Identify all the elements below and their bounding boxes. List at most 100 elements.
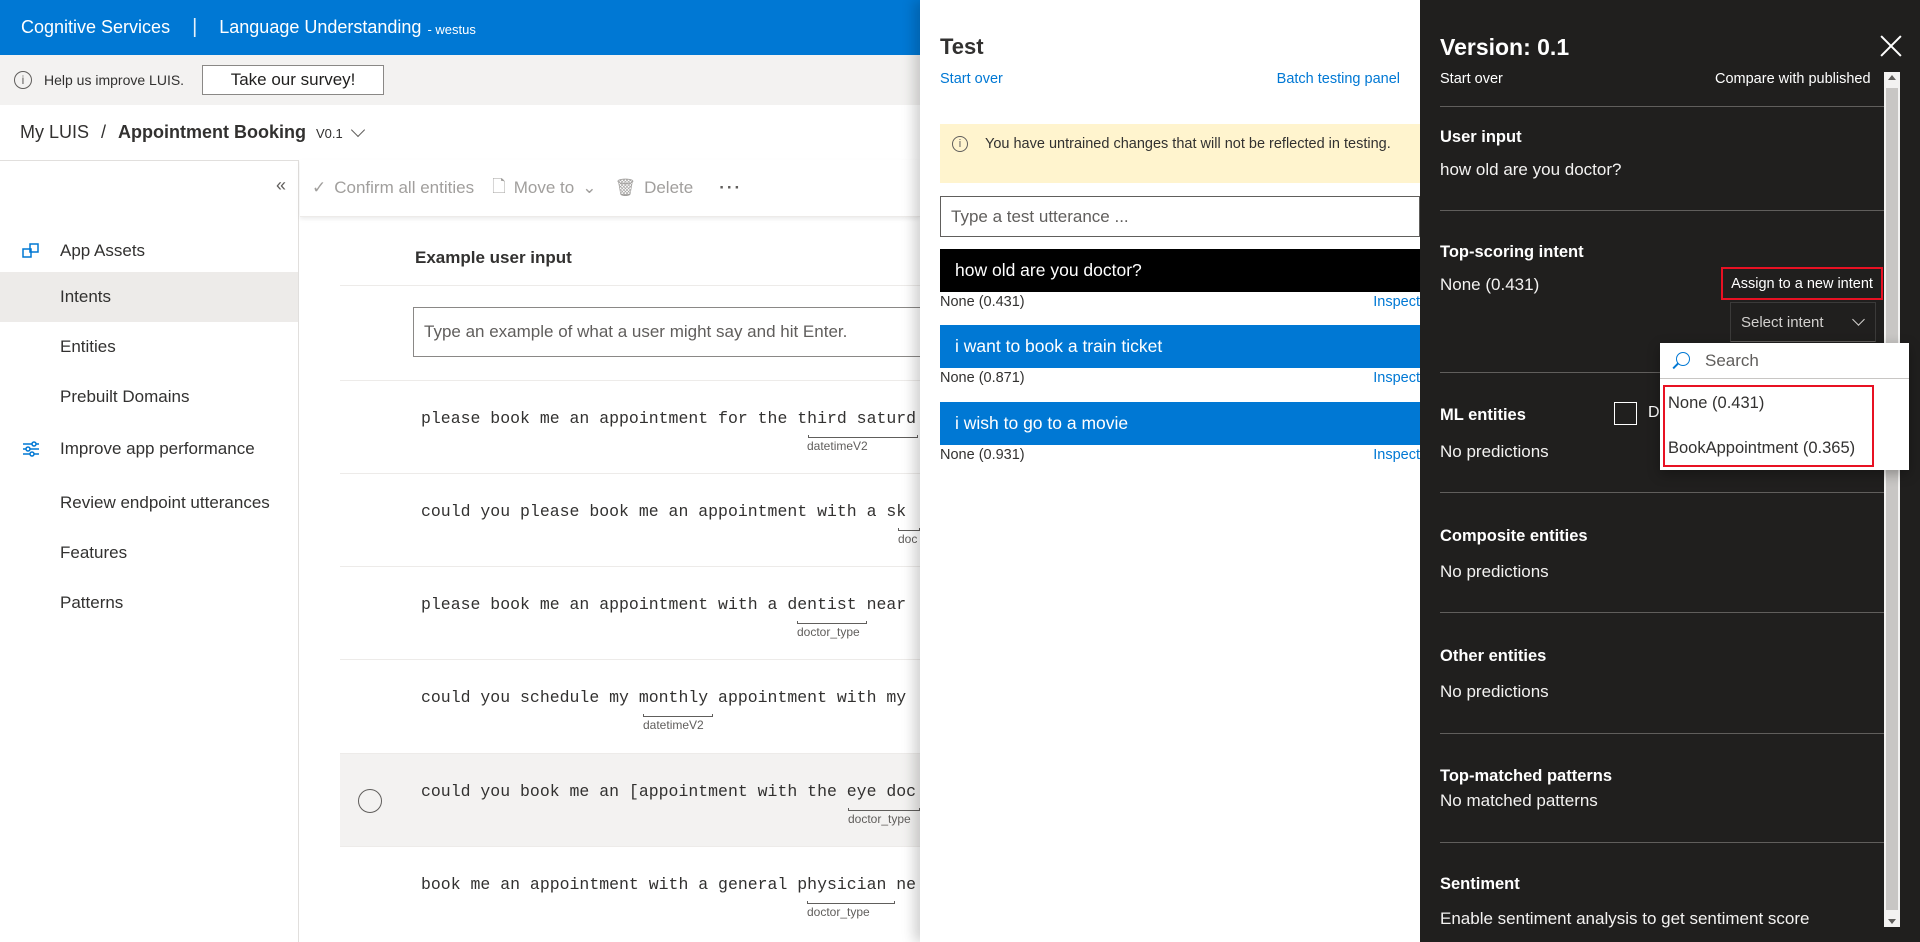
inspect-link[interactable]: Inspect [1373, 370, 1420, 386]
divider [1440, 842, 1900, 843]
utterance-text[interactable]: could you book me an [appointment with t… [421, 782, 916, 801]
intent-option-bookappointment[interactable]: BookAppointment (0.365) [1668, 439, 1855, 458]
breadcrumb-my-luis[interactable]: My LUIS [20, 122, 89, 143]
test-result-score: None (0.871) [940, 370, 1025, 386]
divider [1440, 733, 1900, 734]
entity-tag: datetimeV2 [643, 718, 704, 732]
inspect-scrollbar[interactable] [1884, 72, 1900, 927]
intent-search-placeholder: Search [1705, 351, 1759, 370]
test-result-item[interactable]: i want to book a train ticket [940, 325, 1420, 368]
survey-banner: i Help us improve LUIS. Take our survey! [0, 55, 920, 105]
entity-underline [797, 621, 867, 624]
intent-option-none[interactable]: None (0.431) [1668, 394, 1764, 413]
inspect-link[interactable]: Inspect [1373, 294, 1420, 310]
test-result-text: i wish to go to a movie [955, 413, 1129, 433]
survey-button[interactable]: Take our survey! [202, 65, 385, 95]
divider [1440, 612, 1900, 613]
sidebar-item-app-assets[interactable]: App Assets [0, 226, 298, 276]
ml-entities-checkbox-label: D [1648, 404, 1660, 421]
example-utterance-input[interactable] [413, 307, 933, 357]
row-select-radio[interactable] [358, 789, 382, 813]
scrollbar-thumb[interactable] [1886, 88, 1898, 910]
entity-underline [807, 901, 895, 904]
sidebar-item-improve-app-performance[interactable]: Improve app performance [0, 424, 298, 474]
test-utterance-input[interactable] [940, 196, 1420, 237]
sidebar-item-intents[interactable]: Intents [0, 272, 298, 322]
sidebar-item-label: App Assets [60, 241, 146, 260]
inspect-panel: Version: 0.1 Start over Compare with pub… [1420, 0, 1920, 942]
utterance-row[interactable]: please book me an appointment with a den… [340, 566, 920, 659]
utterance-row[interactable]: could you please book me an appointment … [340, 473, 920, 566]
inspect-link[interactable]: Inspect [1373, 447, 1420, 463]
test-result-text: i want to book a train ticket [955, 336, 1163, 356]
composite-entities-heading: Composite entities [1440, 527, 1588, 545]
sidebar-item-entities[interactable]: Entities [0, 322, 298, 372]
compare-with-published-link[interactable]: Compare with published [1715, 71, 1871, 87]
inspect-start-over-link[interactable]: Start over [1440, 71, 1503, 87]
select-intent-dropdown[interactable]: Select intent [1730, 302, 1876, 342]
ml-entities-checkbox[interactable] [1614, 402, 1637, 425]
product-link[interactable]: Language Understanding [219, 17, 421, 38]
utterance-row[interactable]: book me an appointment with a general ph… [340, 846, 920, 939]
utterance-text[interactable]: could you please book me an appointment … [421, 502, 906, 521]
top-matched-patterns-heading: Top-matched patterns [1440, 767, 1613, 785]
sidebar-item-review-endpoint-utterances[interactable]: Review endpoint utterances [0, 478, 298, 528]
sidebar-item-patterns[interactable]: Patterns [0, 578, 298, 628]
user-input-heading: User input [1440, 128, 1522, 146]
version-chevron-down-icon[interactable] [350, 122, 365, 138]
close-icon[interactable] [1877, 32, 1905, 60]
utterance-row[interactable]: could you schedule my monthly appointmen… [340, 659, 920, 752]
breadcrumb-app-name[interactable]: Appointment Booking [118, 122, 306, 143]
confirm-all-entities-label: Confirm all entities [334, 178, 475, 197]
assign-to-new-intent-button[interactable]: Assign to a new intent [1721, 267, 1883, 300]
untrained-warning: i You have untrained changes that will n… [940, 124, 1420, 183]
info-icon: i [14, 71, 32, 89]
divider [1440, 492, 1900, 493]
test-result-score: None (0.931) [940, 447, 1025, 463]
more-options-button[interactable]: ··· [719, 178, 742, 198]
utterance-text[interactable]: please book me an appointment for the th… [421, 409, 916, 428]
test-result-item[interactable]: i wish to go to a movie [940, 402, 1420, 445]
column-header-example-input: Example user input [415, 248, 572, 267]
checkmark-icon: ✓ [312, 178, 327, 197]
test-result-meta: None (0.431) Inspect [940, 294, 1420, 310]
search-icon [1676, 352, 1690, 366]
ml-entities-heading: ML entities [1440, 406, 1526, 424]
test-result-meta: None (0.931) Inspect [940, 447, 1420, 463]
survey-text: Help us improve LUIS. [44, 72, 185, 88]
scroll-down-arrow-icon[interactable] [1888, 919, 1896, 924]
utterance-row[interactable]: please book me an appointment for the th… [340, 380, 920, 473]
test-result-score: None (0.431) [940, 294, 1025, 310]
utterance-text[interactable]: book me an appointment with a general ph… [421, 875, 916, 894]
entity-underline [808, 435, 918, 438]
scroll-up-arrow-icon[interactable] [1888, 75, 1896, 80]
double-chevron-left-icon[interactable]: « [276, 175, 286, 196]
utterance-text[interactable]: please book me an appointment with a den… [421, 595, 906, 614]
entity-tag: doctor_type [807, 905, 870, 919]
info-icon: i [952, 136, 968, 152]
chevron-down-icon [1852, 313, 1865, 326]
batch-testing-panel-link[interactable]: Batch testing panel [1277, 71, 1400, 87]
version-label: V0.1 [316, 126, 343, 141]
left-nav: « App Assets Intents Entities Prebuilt D… [0, 160, 299, 942]
sidebar-item-prebuilt-domains[interactable]: Prebuilt Domains [0, 372, 298, 422]
delete-button[interactable]: 🗑 Delete [614, 178, 693, 198]
select-intent-menu: Search None (0.431) BookAppointment (0.3… [1660, 343, 1909, 470]
move-to-button[interactable]: 🗋 Move to ⌄ [492, 174, 596, 203]
brand-link[interactable]: Cognitive Services [21, 17, 170, 38]
breadcrumb: My LUIS / Appointment Booking V0.1 [20, 122, 365, 143]
utterance-row-selected[interactable]: could you book me an [appointment with t… [340, 753, 920, 846]
intent-search-box[interactable]: Search [1660, 343, 1909, 379]
confirm-all-entities-button[interactable]: ✓ Confirm all entities [312, 178, 474, 198]
user-input-value: how old are you doctor? [1440, 160, 1622, 179]
test-result-item-selected[interactable]: how old are you doctor? [940, 249, 1420, 292]
divider [1440, 106, 1900, 107]
test-start-over-link[interactable]: Start over [940, 71, 1003, 87]
test-panel-title: Test [940, 34, 984, 59]
utterance-text[interactable]: could you schedule my monthly appointmen… [421, 688, 906, 707]
sidebar-item-features[interactable]: Features [0, 528, 298, 578]
entity-tag: doctor_type [848, 812, 911, 826]
sidebar-item-label: Prebuilt Domains [60, 387, 190, 406]
sidebar-item-label: Entities [60, 337, 116, 356]
top-matched-patterns-value: No matched patterns [1440, 791, 1598, 810]
